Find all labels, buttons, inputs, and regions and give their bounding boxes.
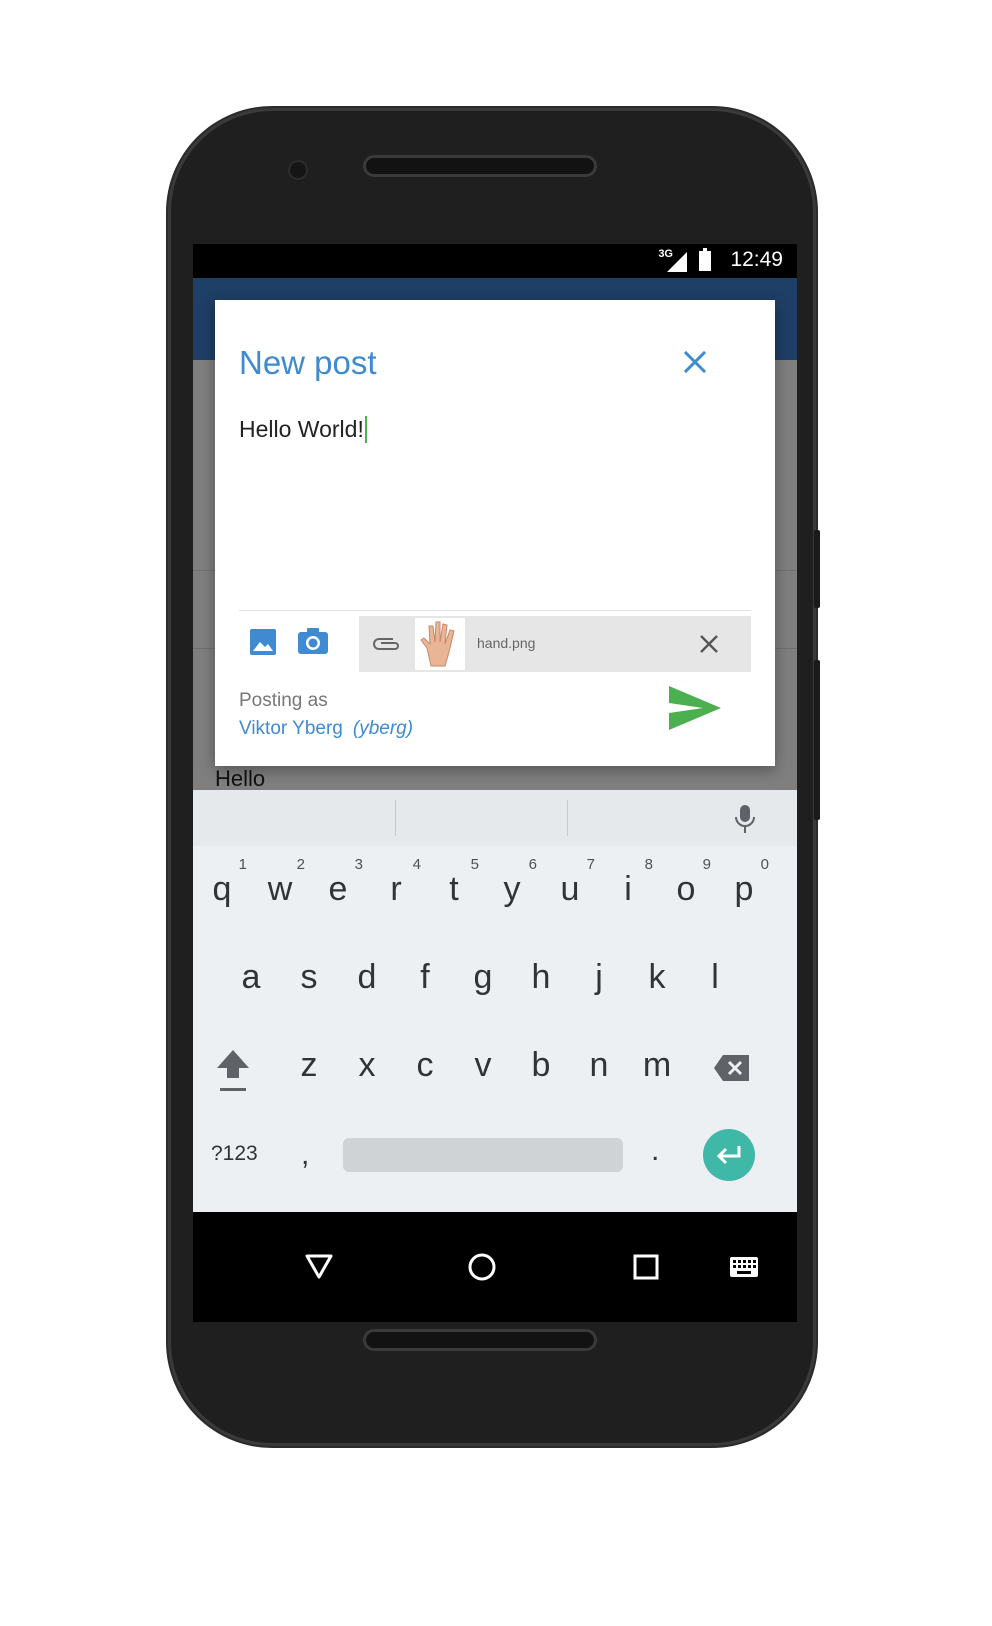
posting-user[interactable]: Viktor Yberg (yberg) [239,718,413,740]
key-s[interactable]: s [280,932,338,1012]
navigation-bar [193,1212,797,1322]
battery-icon [699,248,711,271]
key-c[interactable]: c [396,1020,454,1100]
symbols-key[interactable]: ?123 [211,1142,258,1166]
key-t[interactable]: 5t [425,844,483,924]
close-icon [683,350,707,374]
key-h[interactable]: h [512,932,570,1012]
key-b[interactable]: b [512,1020,570,1100]
keyboard-icon [730,1257,758,1277]
toolbar-divider [239,610,751,611]
key-v[interactable]: v [454,1020,512,1100]
space-key[interactable] [343,1138,623,1172]
attachment-thumbnail [415,618,465,670]
status-time: 12:49 [730,248,783,271]
suggestion-strip [193,790,797,846]
user-name: Viktor Yberg [239,718,343,739]
feed-preview-text: Hello [215,766,266,791]
comma-key[interactable]: , [301,1138,309,1172]
top-speaker [366,158,594,174]
key-p[interactable]: 0p [715,844,773,924]
key-j[interactable]: j [570,932,628,1012]
key-g[interactable]: g [454,932,512,1012]
backspace-icon [714,1055,749,1081]
screen: 3G 12:49 Hello New post Hello World! han… [193,244,797,1322]
nav-home-button[interactable] [467,1252,497,1287]
power-button [814,530,820,608]
hand-image [420,621,455,667]
back-triangle-icon [305,1254,333,1279]
nav-recents-button[interactable] [633,1254,659,1285]
key-u[interactable]: 7u [541,844,599,924]
camera-button[interactable] [297,626,329,661]
period-key[interactable]: . [651,1134,659,1168]
key-q[interactable]: 1q [193,844,251,924]
user-handle: (yberg) [352,718,414,739]
posting-as-label: Posting as [239,690,328,711]
suggestion-divider [395,800,396,836]
text-cursor [364,416,367,443]
post-text-input[interactable]: Hello World! [239,416,367,443]
send-icon [669,686,721,730]
key-m[interactable]: m [628,1020,686,1100]
backspace-key[interactable] [713,1054,751,1087]
shift-icon [217,1050,249,1091]
enter-icon [716,1146,741,1165]
key-r[interactable]: 4r [367,844,425,924]
new-post-dialog: New post Hello World! hand.png Posting a… [215,300,775,766]
volume-button [814,660,820,820]
key-a[interactable]: a [222,932,280,1012]
suggestion-divider [567,800,568,836]
send-button[interactable] [669,686,721,735]
bottom-speaker [366,1332,594,1348]
close-icon [700,635,718,653]
key-x[interactable]: x [338,1020,396,1100]
signal-icon [667,252,687,272]
key-o[interactable]: 9o [657,844,715,924]
keyboard: 1q 2w 3e 4r 5t 6y 7u 8i 9o 0p a s d f g … [193,790,797,1212]
shift-key[interactable] [213,1046,253,1099]
enter-key[interactable] [703,1129,755,1181]
key-i[interactable]: 8i [599,844,657,924]
paperclip-icon [373,638,399,650]
status-bar: 3G 12:49 [193,244,797,278]
recents-square-icon [633,1254,659,1280]
post-text-value: Hello World! [239,416,364,442]
mic-button[interactable] [733,804,757,839]
nav-keyboard-button[interactable] [729,1256,759,1283]
attachment-chip: hand.png [359,616,751,672]
close-button[interactable] [681,348,709,376]
microphone-icon [735,805,755,833]
attachment-filename: hand.png [477,635,536,651]
key-w[interactable]: 2w [251,844,309,924]
image-icon [250,629,276,655]
home-circle-icon [468,1253,496,1281]
key-y[interactable]: 6y [483,844,541,924]
front-camera [290,162,306,178]
key-n[interactable]: n [570,1020,628,1100]
remove-attachment-button[interactable] [699,634,719,654]
camera-icon [298,628,328,654]
key-f[interactable]: f [396,932,454,1012]
nav-back-button[interactable] [305,1254,333,1285]
key-k[interactable]: k [628,932,686,1012]
key-l[interactable]: l [686,932,744,1012]
gallery-button[interactable] [249,628,277,661]
key-d[interactable]: d [338,932,396,1012]
dialog-title: New post [239,344,377,381]
key-z[interactable]: z [280,1020,338,1100]
key-e[interactable]: 3e [309,844,367,924]
